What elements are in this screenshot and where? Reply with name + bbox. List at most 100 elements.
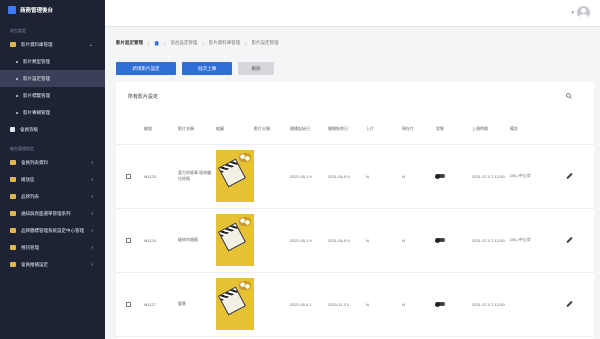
video-thumbnail[interactable] xyxy=(216,150,254,202)
sidebar-item-label: 影片專輯管理 xyxy=(23,109,50,115)
status-toggle[interactable] xyxy=(435,237,445,243)
chevron-icon[interactable]: › xyxy=(91,177,93,183)
breadcrumb-item[interactable]: 影片設定管理 xyxy=(251,40,278,46)
chevron-icon[interactable]: › xyxy=(91,160,93,166)
chevron-icon[interactable]: › xyxy=(91,194,93,200)
sidebar-item-label: 品牌列表 xyxy=(21,193,39,199)
column-header[interactable]: 縮圖 xyxy=(214,114,252,145)
table-row[interactable]: M1123 愛方的故事 經典繼位修復 2021-05-1 9 2021-06-0 9N… xyxy=(116,144,594,209)
cell-id: M1124 xyxy=(142,208,176,273)
bullet-icon xyxy=(16,77,18,80)
cell-id: M1127 xyxy=(142,272,176,337)
cell-up: N xyxy=(364,272,400,337)
cell-uploaded: 2021-07-0 2 12:00 xyxy=(470,144,508,209)
sidebar-item-label: 影片類型管理 xyxy=(23,58,50,64)
sidebar-item[interactable]: 播放區 › xyxy=(0,171,105,188)
column-header[interactable]: 上傳時間 xyxy=(470,114,508,145)
brand[interactable]: 商務管理後台 xyxy=(0,0,105,20)
table-row[interactable]: M1127 重景 2021-05-0 1 2023-11-3 0 N N 2021-07-0… xyxy=(116,272,594,337)
cell-uploaded: 2021-07-0 2 12:00 xyxy=(470,272,508,337)
column-header[interactable]: 現在片 xyxy=(400,114,434,145)
row-checkbox[interactable] xyxy=(126,301,131,307)
column-header[interactable]: 編號 xyxy=(142,114,176,145)
brand-title: 商務管理後台 xyxy=(20,8,54,14)
sidebar-item[interactable]: 影片資料庫管理 ⌄ xyxy=(0,36,105,53)
table-row[interactable]: M1124 破碎的婚姻 2021-05-1 9 2021-06-0 9 N N 2021-0… xyxy=(116,208,594,273)
sidebar-item[interactable]: 影片專輯管理 xyxy=(0,104,105,121)
cell-note: DEL/中山廿 xyxy=(508,144,560,209)
cell-end-date: 2023-11-3 0 xyxy=(326,272,364,337)
sidebar-item-label: 品牌圖標管理系統設定中心管理 xyxy=(21,227,84,233)
sidebar-item[interactable]: 通知與頁面選單管理系列 › xyxy=(0,205,105,222)
chevron-down-icon[interactable]: ▾ xyxy=(571,10,574,16)
sidebar-item-label: 影片標籤管理 xyxy=(23,92,50,98)
row-checkbox[interactable] xyxy=(126,173,131,179)
bullet-icon xyxy=(16,60,18,63)
sidebar-item[interactable]: 會員推播設定 › xyxy=(0,256,105,273)
sidebar-item-label: 影片設定管理 xyxy=(23,75,50,81)
sidebar-item[interactable]: 影片設定管理 xyxy=(0,70,105,87)
breadcrumb: 影片設定管理 | / 前台設定管理 / 影片資料庫管理 / 影片設定管理 xyxy=(116,40,279,46)
pencil-icon[interactable] xyxy=(566,300,573,308)
sidebar-item[interactable]: 視訊管理 › xyxy=(0,239,105,256)
bullet-icon xyxy=(16,111,18,114)
folder-icon xyxy=(10,228,16,233)
cell-name: 重景 xyxy=(176,272,214,337)
batch-upload-button[interactable]: 批次上傳 xyxy=(182,62,232,75)
video-thumbnail[interactable] xyxy=(216,214,254,266)
folder-icon xyxy=(10,160,16,165)
column-header[interactable]: 上片 xyxy=(364,114,400,145)
cell-category xyxy=(252,208,288,273)
bullet-icon xyxy=(16,94,18,97)
row-checkbox[interactable] xyxy=(126,237,131,243)
sidebar-item[interactable]: 會員等級 xyxy=(0,121,105,138)
status-toggle[interactable] xyxy=(435,301,445,307)
cell-category xyxy=(252,272,288,337)
user-avatar-icon[interactable] xyxy=(577,6,590,19)
breadcrumb-item[interactable]: 前台設定管理 xyxy=(170,40,197,46)
delete-button[interactable]: 刪除 xyxy=(238,62,274,75)
column-header[interactable]: 備註 xyxy=(508,114,560,145)
cell-name: 破碎的婚姻 xyxy=(176,208,214,273)
folder-icon xyxy=(10,211,16,216)
pencil-icon[interactable] xyxy=(566,236,573,244)
sidebar-item-label: 影片資料庫管理 xyxy=(21,41,53,47)
breadcrumb-item[interactable]: 影片資料庫管理 xyxy=(209,40,241,46)
chevron-icon[interactable]: › xyxy=(91,245,93,251)
cell-end-date: 2021-06-0 9 xyxy=(326,144,364,209)
sidebar-item-label: 會員等級 xyxy=(20,126,38,132)
chevron-icon[interactable]: › xyxy=(91,228,93,234)
chevron-icon[interactable]: ⌄ xyxy=(89,42,93,48)
sidebar-item[interactable]: 會員列表資料 › xyxy=(0,154,105,171)
search-icon[interactable] xyxy=(566,93,572,99)
column-header[interactable]: 開播起始日 xyxy=(288,114,326,145)
folder-icon xyxy=(10,245,16,250)
sidebar-item[interactable]: 影片標籤管理 xyxy=(0,87,105,104)
pencil-icon[interactable] xyxy=(566,172,573,180)
column-header[interactable]: 影片分類 xyxy=(252,114,288,145)
home-icon[interactable] xyxy=(154,40,160,46)
sidebar-item[interactable]: 品牌列表 › xyxy=(0,188,105,205)
chevron-icon[interactable]: › xyxy=(91,262,93,268)
video-list-card: 所有影片設定 編號 影片名稱 縮圖 影片分類 開播起始日 開播結束日 上片 現在… xyxy=(116,82,594,339)
sidebar-item-label: 視訊管理 xyxy=(21,244,39,250)
sidebar-item[interactable]: 品牌圖標管理系統設定中心管理 › xyxy=(0,222,105,239)
add-video-button[interactable]: 新增影片設定 xyxy=(116,62,176,75)
sidebar: 商務管理後台 前台設定 影片資料庫管理 ⌄ 影片類型管理 影片設定管理 影片標籤管理 影片… xyxy=(0,0,105,339)
chevron-icon[interactable]: › xyxy=(91,211,93,217)
video-thumbnail[interactable] xyxy=(216,278,254,330)
user-menu[interactable]: ▾ xyxy=(571,6,590,19)
brand-logo-icon xyxy=(8,6,16,14)
sidebar-item-label: 播放區 xyxy=(21,176,35,182)
status-toggle[interactable] xyxy=(435,173,445,179)
column-header[interactable]: 開播結束日 xyxy=(326,114,364,145)
column-header[interactable]: 狀態 xyxy=(434,114,470,145)
column-header[interactable]: 影片名稱 xyxy=(176,114,214,145)
cell-note: DEL/中山廿 xyxy=(508,208,560,273)
action-bar: 新增影片設定 批次上傳 刪除 xyxy=(116,62,274,75)
table-header-row: 編號 影片名稱 縮圖 影片分類 開播起始日 開播結束日 上片 現在片 狀態 上傳… xyxy=(116,114,594,145)
sidebar-item-label: 通知與頁面選單管理系列 xyxy=(21,210,71,216)
folder-icon xyxy=(10,194,16,199)
sidebar-item[interactable]: 影片類型管理 xyxy=(0,53,105,70)
cell-start-date: 2021-05-1 9 xyxy=(288,144,326,209)
